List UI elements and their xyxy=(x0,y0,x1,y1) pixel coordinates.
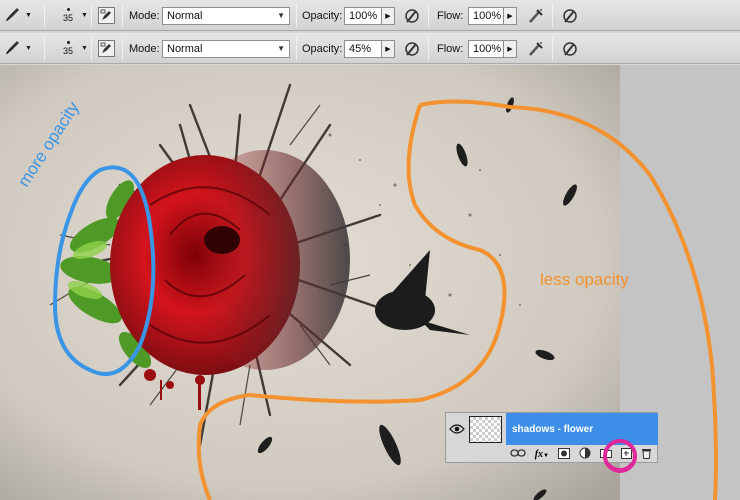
brush-size-value: 35 xyxy=(62,46,73,56)
mask-icon xyxy=(558,447,570,459)
options-bar-2: ▼ 35 ▼ Mode: Normal ▼ Opacity: 45% ▶ Flo… xyxy=(0,33,740,64)
flow-input[interactable]: 100% xyxy=(468,39,504,58)
options-bar-1: ▼ 35 ▼ Mode: Normal ▼ Opacity: 100% ▶ Fl… xyxy=(0,0,740,31)
brush-panel-button[interactable] xyxy=(98,40,115,57)
brush-panel-button[interactable] xyxy=(98,7,115,24)
tablet-pressure-icon xyxy=(405,41,419,56)
opacity-input[interactable]: 100% xyxy=(344,6,382,25)
link-layers-button[interactable] xyxy=(510,448,526,461)
trash-icon xyxy=(642,449,651,459)
chevron-down-icon: ▼ xyxy=(277,11,285,20)
link-icon xyxy=(510,449,526,457)
brush-panel-icon xyxy=(100,9,111,20)
tablet-pressure-icon xyxy=(563,41,577,56)
mode-label: Mode: xyxy=(129,9,160,22)
opacity-slider-button[interactable]: ▶ xyxy=(382,39,395,58)
layer-thumbnail[interactable] xyxy=(469,415,502,443)
annotation-blue-outline xyxy=(52,165,156,376)
brush-size-value: 35 xyxy=(62,13,73,23)
flow-label: Flow: xyxy=(437,9,464,22)
brush-tool-preset[interactable]: ▼ xyxy=(4,0,40,31)
airbrush-icon xyxy=(529,8,543,23)
tablet-pressure-size-button[interactable] xyxy=(560,39,580,59)
mode-select[interactable]: Normal ▼ xyxy=(162,6,290,25)
add-mask-button[interactable] xyxy=(558,447,570,462)
brush-icon xyxy=(4,38,22,59)
brush-tip-icon xyxy=(66,8,70,11)
flow-input[interactable]: 100% xyxy=(468,6,504,25)
adjustment-icon xyxy=(579,447,591,459)
opacity-slider-button[interactable]: ▶ xyxy=(382,6,395,25)
chevron-down-icon: ▼ xyxy=(277,44,285,53)
flow-slider-button[interactable]: ▶ xyxy=(504,6,517,25)
flow-slider-button[interactable]: ▶ xyxy=(504,39,517,58)
opacity-input[interactable]: 45% xyxy=(344,39,382,58)
airbrush-button[interactable] xyxy=(526,39,546,59)
airbrush-button[interactable] xyxy=(526,6,546,26)
brush-size-dropdown[interactable]: ▼ xyxy=(81,0,88,31)
opacity-label: Opacity: xyxy=(302,9,343,22)
tablet-pressure-opacity-button[interactable] xyxy=(402,6,422,26)
chevron-down-icon[interactable]: ▼ xyxy=(25,12,32,19)
brush-panel-icon xyxy=(100,42,111,53)
tablet-pressure-opacity-button[interactable] xyxy=(402,39,422,59)
tablet-pressure-icon xyxy=(563,8,577,23)
mode-value: Normal xyxy=(167,9,203,22)
new-layer-highlight xyxy=(603,439,637,473)
delete-layer-button[interactable] xyxy=(641,447,652,462)
tablet-pressure-size-button[interactable] xyxy=(560,6,580,26)
chevron-down-icon[interactable]: ▼ xyxy=(25,45,32,52)
annotation-less-opacity: less opacity xyxy=(540,270,629,289)
tablet-pressure-icon xyxy=(405,8,419,23)
fx-button[interactable]: fx▼ xyxy=(535,449,549,460)
mode-value: Normal xyxy=(167,42,203,55)
fx-icon: fx xyxy=(534,449,544,460)
mode-label: Mode: xyxy=(129,42,160,55)
opacity-label: Opacity: xyxy=(302,42,343,55)
eye-icon xyxy=(449,424,465,434)
airbrush-icon xyxy=(529,41,543,56)
mode-select[interactable]: Normal ▼ xyxy=(162,39,290,58)
brush-tool-preset[interactable]: ▼ xyxy=(4,33,40,64)
brush-size-dropdown[interactable]: ▼ xyxy=(81,33,88,64)
adjustment-layer-button[interactable] xyxy=(579,447,591,462)
layer-visibility-toggle[interactable] xyxy=(446,413,468,445)
flow-label: Flow: xyxy=(437,42,464,55)
brush-tip-icon xyxy=(66,41,70,44)
brush-icon xyxy=(4,5,22,26)
